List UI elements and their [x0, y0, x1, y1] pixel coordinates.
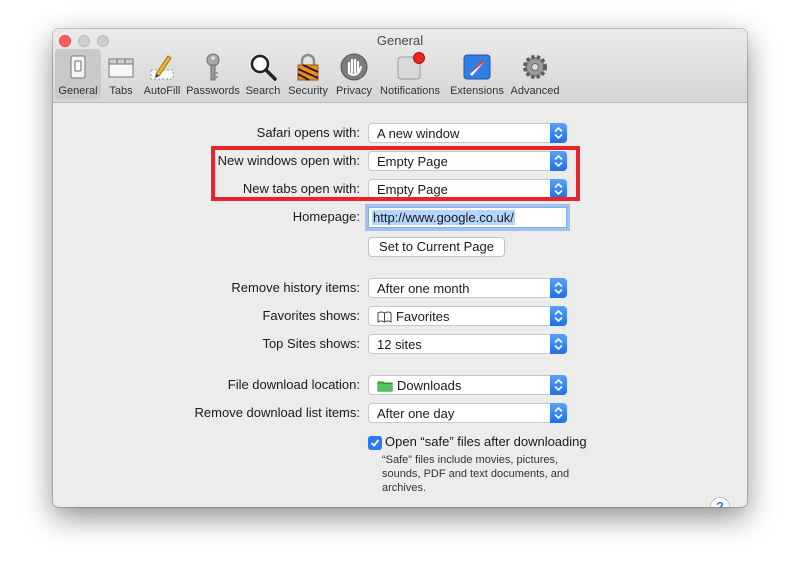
remove-download-popup[interactable]: After one day [368, 403, 567, 423]
highlight-box [211, 146, 580, 201]
popup-value: A new window [377, 126, 460, 141]
tab-passwords[interactable]: Passwords [185, 49, 241, 99]
popup-value: Downloads [377, 378, 461, 393]
tab-search[interactable]: Search [243, 49, 283, 99]
title-bar: General General Tabs AutoFill Passwords … [53, 29, 747, 103]
tab-autofill[interactable]: AutoFill [141, 49, 183, 99]
general-switch-icon [70, 55, 86, 79]
popup-value: After one month [377, 281, 470, 296]
homepage-value: http://www.google.co.uk/ [372, 210, 515, 225]
gear-icon [523, 55, 547, 79]
set-current-page-button[interactable]: Set to Current Page [368, 237, 505, 257]
preferences-window: General General Tabs AutoFill Passwords … [53, 29, 747, 507]
download-location-value: Downloads [397, 378, 462, 393]
homepage-field[interactable]: http://www.google.co.uk/ [368, 207, 567, 228]
magnifier-icon [250, 54, 277, 81]
download-location-popup[interactable]: Downloads [368, 375, 567, 395]
tab-privacy[interactable]: Privacy [333, 49, 375, 99]
remove-download-label: Remove download list items: [194, 405, 360, 420]
tab-general[interactable]: General [55, 49, 101, 99]
tab-label: Security [288, 85, 328, 97]
tabs-icon [108, 58, 134, 78]
download-location-label: File download location: [227, 377, 360, 392]
safe-files-note: “Safe” files include movies, pictures, s… [382, 454, 570, 494]
top-sites-shows-popup[interactable]: 12 sites [368, 334, 567, 354]
remove-history-label: Remove history items: [231, 280, 360, 295]
tab-label: Notifications [380, 85, 440, 97]
compass-icon [463, 54, 491, 80]
tab-label: Search [245, 85, 281, 97]
chevron-updown-icon [550, 306, 567, 326]
remove-history-popup[interactable]: After one month [368, 278, 567, 298]
tab-label: Advanced [510, 85, 560, 97]
tab-security[interactable]: Security [285, 49, 331, 99]
tab-label: Extensions [450, 85, 504, 97]
popup-value: After one day [377, 406, 455, 421]
safari-opens-with-popup[interactable]: A new window [368, 123, 567, 143]
chevron-updown-icon [550, 278, 567, 298]
tab-label: Privacy [335, 85, 373, 97]
tab-label: General [58, 85, 98, 97]
hand-icon [340, 53, 368, 81]
chevron-updown-icon [550, 403, 567, 423]
tab-tabs[interactable]: Tabs [101, 49, 141, 99]
tab-label: Tabs [109, 85, 133, 97]
favorites-shows-popup[interactable]: Favorites [368, 306, 567, 326]
popup-value: Favorites [377, 309, 449, 324]
open-safe-files-checkbox[interactable] [368, 436, 382, 450]
favorites-shows-label: Favorites shows: [262, 308, 360, 323]
safari-opens-with-label: Safari opens with: [256, 125, 360, 140]
top-sites-shows-label: Top Sites shows: [262, 336, 360, 351]
tab-label: Passwords [186, 85, 240, 97]
notification-badge-icon [397, 52, 425, 80]
popup-value: 12 sites [377, 337, 422, 352]
tab-advanced[interactable]: Advanced [509, 49, 561, 99]
tab-notifications[interactable]: Notifications [377, 49, 443, 99]
homepage-label: Homepage: [292, 209, 360, 224]
favorites-value: Favorites [396, 309, 450, 324]
open-safe-files-label[interactable]: Open “safe” files after downloading [385, 434, 587, 449]
chevron-updown-icon [550, 334, 567, 354]
checkmark-icon [370, 439, 380, 447]
folder-icon [377, 381, 393, 391]
autofill-pencil-icon [150, 55, 174, 80]
window-title: General [376, 33, 424, 48]
chevron-updown-icon [550, 375, 567, 395]
help-button[interactable]: ? [710, 497, 730, 507]
tab-extensions[interactable]: Extensions [448, 49, 506, 99]
tab-label: AutoFill [143, 85, 181, 97]
book-icon [377, 311, 392, 323]
padlock-icon [297, 53, 319, 81]
key-icon [206, 53, 220, 81]
chevron-updown-icon [550, 123, 567, 143]
